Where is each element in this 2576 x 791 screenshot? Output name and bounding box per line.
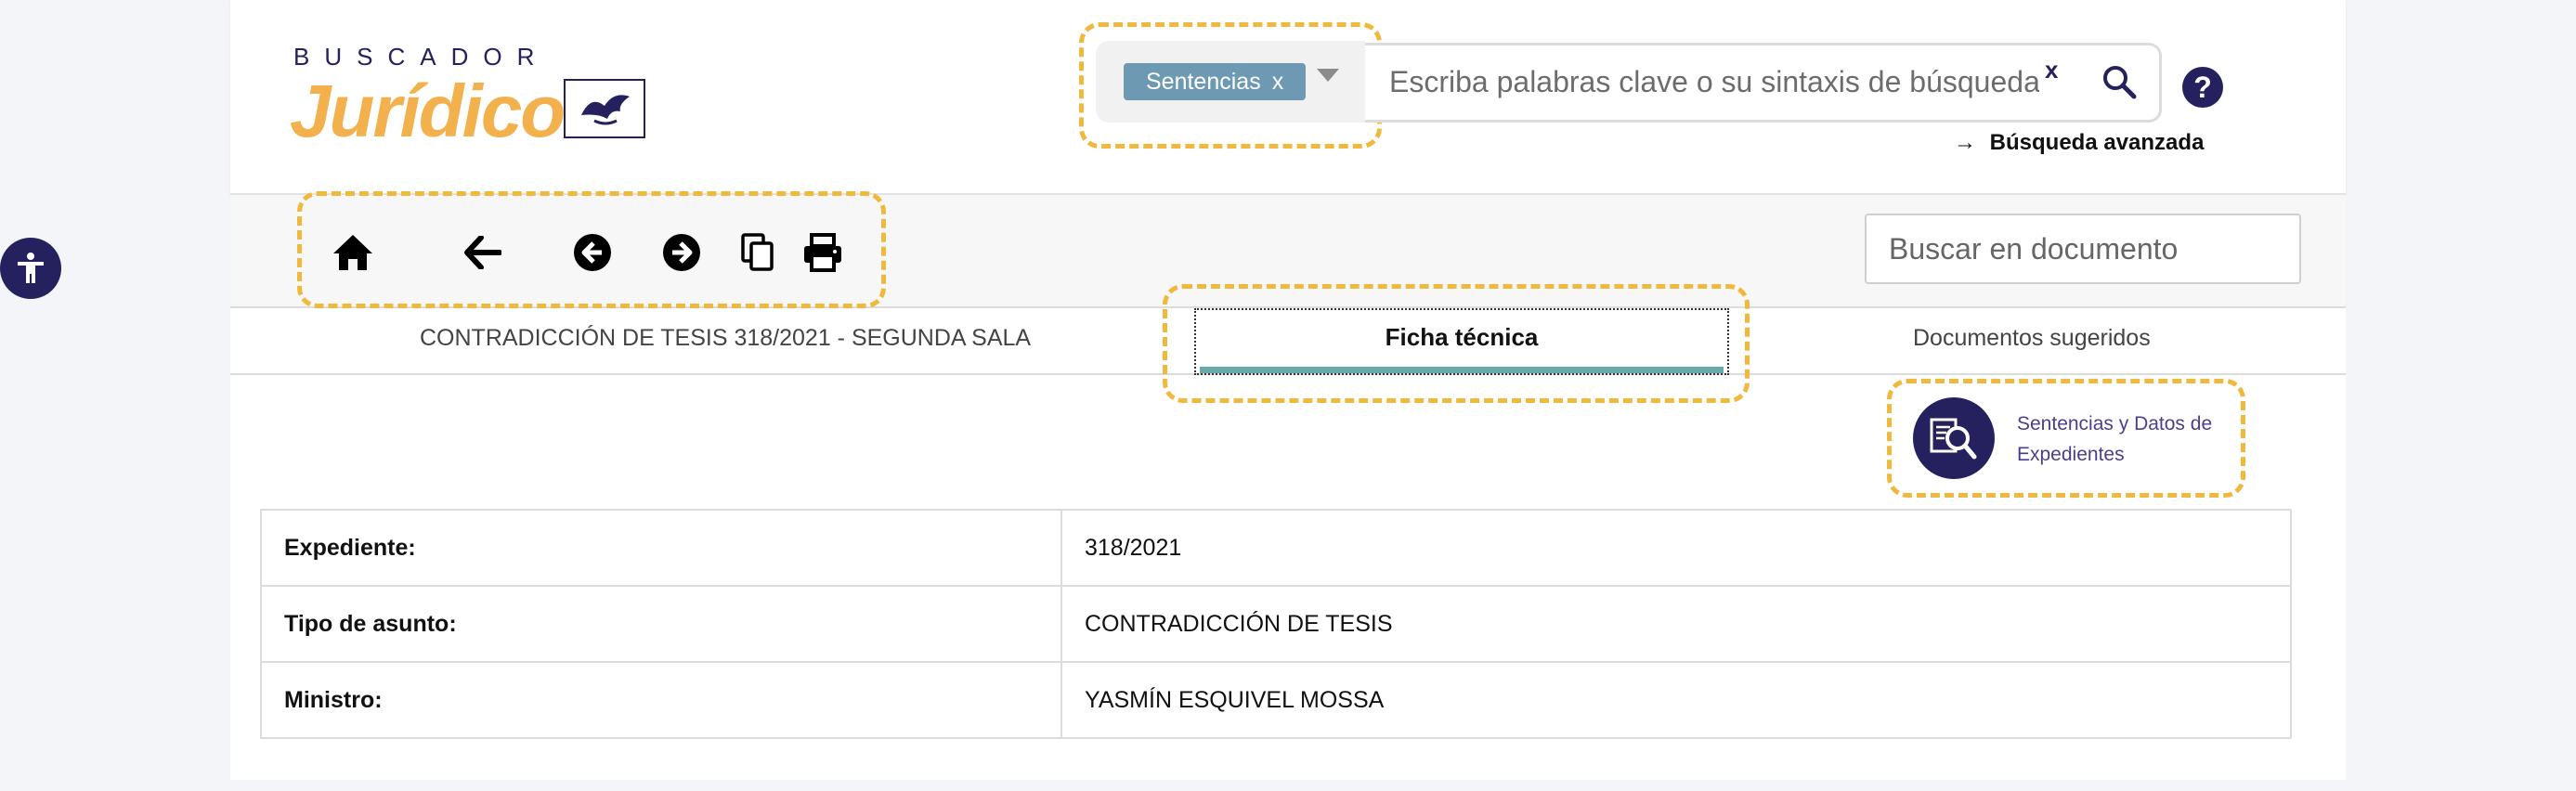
arrow-right-icon: →	[1954, 130, 1976, 155]
logo-top-text: BUSCADOR	[293, 43, 550, 71]
print-icon	[804, 233, 841, 272]
next-button[interactable]	[659, 230, 704, 275]
tab-highlight	[1163, 284, 1750, 403]
details-table: Expediente: 318/2021 Tipo de asunto: CON…	[260, 509, 2292, 739]
suggestion-highlight	[1887, 379, 2245, 498]
search-icon	[2103, 66, 2137, 99]
print-button[interactable]	[800, 230, 845, 275]
logo[interactable]: BUSCADOR Jurídico	[290, 41, 646, 152]
field-label: Ministro:	[260, 661, 1062, 739]
field-label: Expediente:	[260, 509, 1062, 587]
previous-circle-icon	[574, 234, 611, 271]
field-value: 318/2021	[1060, 509, 2292, 587]
back-button[interactable]	[461, 230, 505, 275]
clear-search-button[interactable]: x	[2045, 56, 2058, 84]
table-row: Ministro: YASMÍN ESQUIVEL MOSSA	[260, 661, 2292, 739]
back-arrow-icon	[464, 236, 501, 269]
field-value: CONTRADICCIÓN DE TESIS	[1060, 585, 2292, 663]
search-button[interactable]	[2101, 63, 2138, 105]
field-label: Tipo de asunto:	[260, 585, 1062, 663]
document-search-input[interactable]	[1865, 214, 2301, 284]
next-circle-icon	[663, 234, 700, 271]
tab-documentos-sugeridos[interactable]: Documentos sugeridos	[1913, 325, 2151, 352]
table-row: Tipo de asunto: CONTRADICCIÓN DE TESIS	[260, 585, 2292, 663]
eagle-emblem-icon	[564, 79, 645, 138]
accessibility-button[interactable]	[0, 238, 61, 299]
field-value: YASMÍN ESQUIVEL MOSSA	[1060, 661, 2292, 739]
search-input[interactable]	[1389, 59, 2039, 104]
copy-button[interactable]	[735, 230, 780, 275]
home-icon	[333, 235, 372, 270]
previous-button[interactable]	[570, 230, 615, 275]
home-button[interactable]	[331, 230, 375, 275]
advanced-search-label: Búsqueda avanzada	[1989, 130, 2205, 155]
advanced-search-link[interactable]: → Búsqueda avanzada	[1954, 130, 2204, 156]
copy-icon	[741, 233, 774, 271]
search-type-highlight	[1079, 22, 1382, 149]
tab-document[interactable]: CONTRADICCIÓN DE TESIS 318/2021 - SEGUND…	[420, 325, 1031, 352]
help-icon[interactable]: ?	[2182, 67, 2223, 108]
logo-main-text: Jurídico	[290, 70, 566, 152]
table-row: Expediente: 318/2021	[260, 509, 2292, 587]
accessibility-icon	[18, 253, 44, 283]
